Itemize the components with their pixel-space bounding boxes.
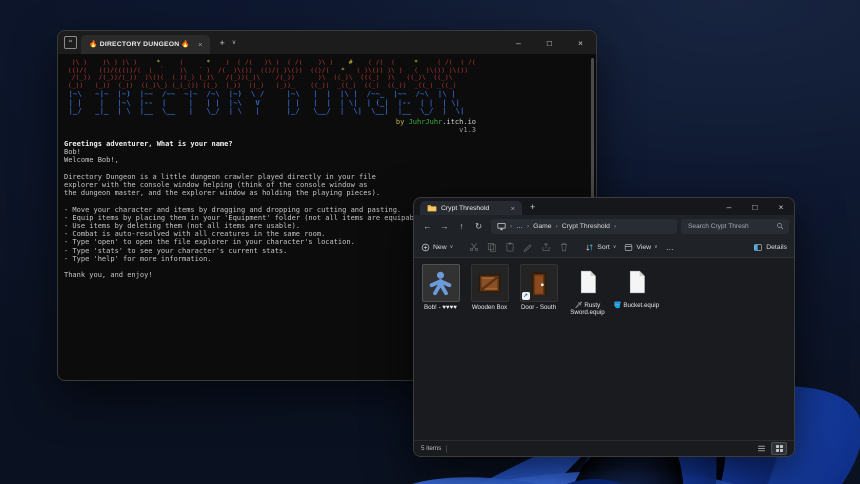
shortcut-arrow-icon: ↗: [521, 292, 530, 300]
document-icon: [576, 268, 600, 296]
close-button[interactable]: ×: [768, 198, 794, 215]
document-icon: [625, 268, 649, 296]
file-list[interactable]: ↗ Bob! - ♥♥♥♥ ↗ Wooden Box ↗ Door - Sout…: [414, 258, 794, 440]
explorer-tab[interactable]: Crypt Threshold ×: [420, 201, 522, 215]
cmd-icon: ⌗: [64, 36, 77, 49]
close-button[interactable]: ×: [565, 31, 596, 54]
terminal-window-controls: – □ ×: [503, 31, 596, 54]
file-item[interactable]: ↗ Wooden Box: [466, 262, 513, 313]
maximize-button[interactable]: □: [534, 31, 565, 54]
ascii-title-art: |~\ ~|~ |~) |~~ /~~ ~|~ /~\ |~) \ / |~\ …: [68, 89, 465, 116]
details-pane-button[interactable]: Details: [753, 243, 787, 252]
terminal-tab-title: 🔥 DIRECTORY DUNGEON 🔥: [89, 41, 191, 48]
tab-close-icon[interactable]: ×: [198, 40, 202, 49]
terminal-tab[interactable]: 🔥 DIRECTORY DUNGEON 🔥 ×: [81, 34, 211, 54]
minimize-button[interactable]: –: [503, 31, 534, 54]
desktop: ⌗ 🔥 DIRECTORY DUNGEON 🔥 × + ∨ – □ × )\ )…: [0, 0, 860, 484]
breadcrumb-item[interactable]: Game: [533, 223, 552, 230]
tab-dropdown-icon[interactable]: ∨: [232, 39, 236, 46]
breadcrumb-item[interactable]: Crypt Threshold: [562, 223, 610, 230]
new-button[interactable]: New ∨: [421, 243, 453, 252]
explorer-tab-title: Crypt Threshold: [441, 204, 490, 212]
sort-arrows-icon: [585, 243, 594, 252]
delete-icon[interactable]: [559, 242, 569, 252]
view-grid-icon: [624, 243, 633, 252]
ascii-flames-art: )\ ) )\ ) )\ ) * ( * ) ( /( )\ ) ( /( )\…: [64, 58, 476, 89]
file-icon-plate: ↗: [470, 264, 509, 302]
file-name: 🪣 Bucket.equip: [613, 302, 660, 309]
file-name: Door - South: [520, 304, 557, 311]
sort-button[interactable]: Sort ∨: [585, 243, 616, 252]
search-box[interactable]: [681, 218, 789, 234]
item-count: 5 items: [421, 445, 442, 452]
details-pane-icon: [753, 243, 763, 252]
more-options-button[interactable]: …: [666, 243, 675, 252]
person-icon: [427, 270, 454, 297]
status-divider: [446, 444, 448, 453]
rename-icon[interactable]: [523, 242, 533, 252]
explorer-window-controls: – □ ×: [716, 198, 794, 215]
chevron-down-icon: ∨: [654, 244, 658, 250]
file-icon-plate: ↗: [570, 264, 606, 300]
file-item[interactable]: ↗ Door - South: [515, 262, 562, 313]
minimize-button[interactable]: –: [716, 198, 742, 215]
search-input[interactable]: [686, 221, 776, 231]
breadcrumb-separator: ›: [613, 222, 617, 230]
breadcrumb-separator: ›: [510, 222, 513, 230]
terminal-titlebar[interactable]: ⌗ 🔥 DIRECTORY DUNGEON 🔥 × + ∨ – □ ×: [58, 31, 596, 54]
breadcrumb-separator: ›: [555, 222, 558, 230]
attribution: by JuhrJuhr.itch.io v1.3: [64, 118, 476, 135]
attribution-by: by: [395, 117, 409, 126]
maximize-button[interactable]: □: [742, 198, 768, 215]
file-icon-plate: ↗: [619, 264, 655, 300]
forward-button[interactable]: →: [436, 221, 453, 231]
explorer-window: Crypt Threshold × + – □ × ← → ↑ ↻ ›… › Gam…: [413, 197, 795, 457]
breadcrumb-separator: ›: [526, 222, 530, 230]
paste-icon[interactable]: [505, 242, 515, 252]
breadcrumb[interactable]: ›… › Game › Crypt Threshold ›: [491, 218, 677, 234]
status-bar: 5 items: [414, 440, 794, 456]
new-tab-button[interactable]: +: [530, 202, 535, 212]
view-button[interactable]: View ∨: [624, 243, 658, 252]
explorer-tabbar[interactable]: Crypt Threshold × + – □ ×: [414, 198, 794, 215]
copy-icon[interactable]: [487, 242, 497, 252]
new-tab-button[interactable]: +: [219, 38, 224, 48]
back-button[interactable]: ←: [419, 221, 436, 231]
command-toolbar: New ∨ Sort ∨ View ∨ … Details: [414, 237, 794, 258]
file-item[interactable]: ↗ Bob! - ♥♥♥♥: [417, 262, 464, 313]
crate-icon: [476, 270, 503, 297]
refresh-button[interactable]: ↻: [470, 221, 487, 232]
folder-icon: [427, 203, 437, 213]
address-bar: ← → ↑ ↻ ›… › Game › Crypt Threshold ›: [414, 215, 794, 237]
chevron-down-icon: ∨: [612, 244, 617, 250]
up-button[interactable]: ↑: [453, 221, 470, 231]
file-item[interactable]: ↗ 🪣 Bucket.equip: [613, 262, 660, 311]
attribution-site: .itch.io: [442, 117, 476, 126]
file-icon-plate: ↗: [421, 264, 460, 302]
details-view-toggle[interactable]: [754, 443, 768, 454]
monitor-icon: [497, 222, 506, 231]
file-name: 🗡 Rusty Sword.equip: [570, 302, 605, 316]
cut-icon[interactable]: [469, 242, 479, 252]
file-icon-plate: ↗: [519, 264, 558, 302]
attribution-author: JuhrJuhr: [408, 117, 443, 126]
attribution-version: v1.3: [459, 126, 476, 135]
file-name: Bob! - ♥♥♥♥: [424, 304, 457, 311]
file-item[interactable]: ↗ 🗡 Rusty Sword.equip: [564, 262, 611, 318]
file-name: Wooden Box: [471, 304, 508, 311]
large-icons-view-toggle[interactable]: [771, 442, 787, 455]
tab-close-icon[interactable]: ×: [511, 204, 515, 213]
search-icon: [776, 222, 784, 230]
share-icon[interactable]: [541, 242, 551, 252]
breadcrumb-item[interactable]: …: [516, 223, 523, 230]
chevron-down-icon: ∨: [449, 244, 454, 250]
plus-circle-icon: [421, 243, 430, 252]
